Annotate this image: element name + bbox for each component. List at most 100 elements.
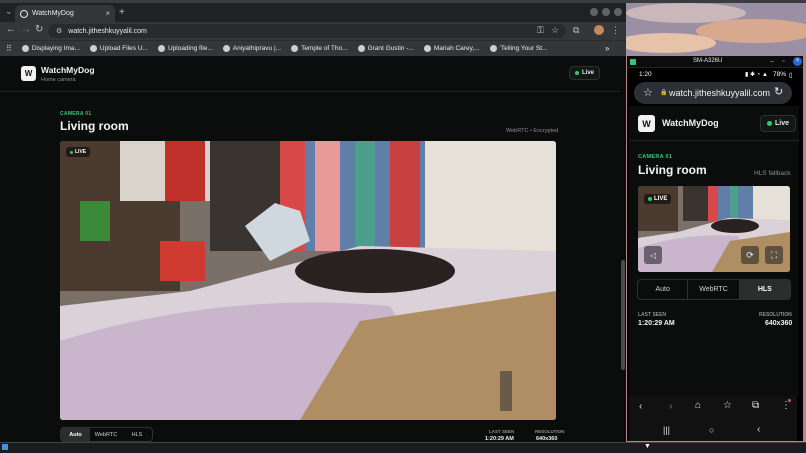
bookmark-item[interactable]: Aniyathipravu |... <box>222 45 282 52</box>
bookmark-favicon-icon <box>89 45 97 52</box>
security-label: Encrypted <box>533 128 559 134</box>
phone-back-icon[interactable]: ‹ <box>639 401 642 412</box>
android-back-icon[interactable]: ‹ <box>757 424 760 435</box>
browser-toolbar: ← → ↻ ⚙ watch.jitheshkuyyalil.com ⚿ ☆ ⧉ … <box>0 22 626 40</box>
forward-icon[interactable]: → <box>21 24 31 35</box>
bookmark-label: Mariah Carey,... <box>433 45 480 52</box>
bookmark-item[interactable]: Grant Gustin -... <box>357 45 414 52</box>
phone-live-dot-icon <box>767 121 772 126</box>
last-seen-label: LAST SEEN <box>489 429 515 434</box>
maximize-button[interactable] <box>602 8 610 16</box>
mode-auto-button[interactable]: Auto <box>61 428 90 441</box>
mode-webrtc-button[interactable]: WebRTC <box>90 428 122 441</box>
apps-icon[interactable]: ⠿ <box>6 44 12 53</box>
mode-hls-button[interactable]: HLS <box>122 428 152 441</box>
reload-icon[interactable]: ↻ <box>35 24 43 35</box>
bookmark-label: Temple of Tho... <box>301 45 348 52</box>
phone-last-seen-value: 1:20:29 AM <box>638 320 675 327</box>
phone-tabs-icon[interactable]: ⧉ <box>752 400 759 411</box>
phone-header-divider <box>629 140 799 141</box>
phone-mode-auto-button[interactable]: Auto <box>638 280 689 299</box>
fullscreen-icon[interactable]: ⛶ <box>765 246 783 264</box>
phone-home-icon[interactable]: ⌂ <box>695 400 701 411</box>
phone-video-live-badge: LIVE <box>644 194 672 204</box>
phone-maximize-button[interactable]: ▫ <box>782 58 784 65</box>
bookmark-item[interactable]: Mariah Carey,... <box>423 45 480 52</box>
video-frame <box>60 141 556 420</box>
mute-icon[interactable]: ◁ <box>644 246 662 264</box>
recent-apps-icon[interactable]: ||| <box>663 425 670 435</box>
tab-strip: ⌄ WatchMyDog × + <box>0 3 626 22</box>
key-icon[interactable]: ⚿ <box>537 25 544 36</box>
bookmark-favicon-icon <box>357 45 365 52</box>
taskbar-indicator-icon: ▼ <box>644 443 651 450</box>
phone-camera-label: CAMERA 01 <box>638 154 673 160</box>
bookmark-label: 'Telling Your St... <box>499 45 548 52</box>
bookmark-label: Displaying Ima... <box>31 45 80 52</box>
bookmark-favicon-icon <box>489 45 497 52</box>
android-home-icon[interactable]: ○ <box>709 425 714 435</box>
back-icon[interactable]: ← <box>6 24 16 35</box>
phone-time: 1:20 <box>639 71 652 78</box>
wallpaper-sky <box>616 3 806 56</box>
brand-subtitle: Home camera <box>41 77 76 83</box>
mode-selector: Auto WebRTC HLS <box>60 427 153 442</box>
menu-icon[interactable]: ⋮ <box>611 25 620 36</box>
bookmark-item[interactable]: Displaying Ima... <box>21 45 80 52</box>
bookmark-label: Uploading file... <box>167 45 213 52</box>
address-bar[interactable]: ⚙ watch.jitheshkuyyalil.com <box>48 24 566 38</box>
bookmark-label: Aniyathipravu |... <box>232 45 282 52</box>
bookmark-favicon-icon <box>222 45 230 52</box>
switch-camera-icon[interactable]: ⟳ <box>741 246 759 264</box>
phone-forward-icon[interactable]: › <box>669 401 672 412</box>
bookmark-label: Grant Gustin -... <box>367 45 414 52</box>
bookmark-star-icon[interactable]: ☆ <box>551 25 559 36</box>
phone-signal-icon: ▮ ✱ ◔ ▲ <box>745 72 768 78</box>
phone-video-feed[interactable]: LIVE ◁ ⟳ ⛶ <box>638 186 790 272</box>
phone-app-icon <box>630 59 636 65</box>
bookmark-favicon-icon <box>423 45 431 52</box>
close-window-button[interactable] <box>614 8 622 16</box>
tab-watchmydog[interactable]: WatchMyDog × <box>15 5 115 22</box>
new-tab-button[interactable]: + <box>119 7 125 18</box>
scrollbar-thumb[interactable] <box>621 260 625 370</box>
extensions-icon[interactable]: ⧉ <box>573 25 579 36</box>
phone-bookmark-icon[interactable]: ☆ <box>723 400 732 411</box>
phone-last-seen-label: LAST SEEN <box>638 312 667 318</box>
phone-window-titlebar: SM-A326U – ▫ × <box>627 56 803 68</box>
app-logo: W <box>21 66 36 81</box>
minimize-button[interactable] <box>590 8 598 16</box>
phone-app-logo: W <box>638 115 655 132</box>
app-header: W WatchMyDog Home camera Live <box>0 56 620 92</box>
bookmark-item[interactable]: Uploading file... <box>157 45 213 52</box>
transport-label: WebRTC <box>506 128 529 134</box>
phone-window-title: SM-A326U <box>693 58 723 64</box>
bookmark-item[interactable]: Temple of Tho... <box>291 45 348 52</box>
phone-star-icon[interactable]: ☆ <box>643 86 653 99</box>
phone-close-button[interactable]: × <box>793 57 802 66</box>
bookmark-item[interactable]: 'Telling Your St... <box>489 45 548 52</box>
phone-mode-webrtc-button[interactable]: WebRTC <box>688 280 740 299</box>
phone-mode-hls-button[interactable]: HLS <box>739 280 790 299</box>
phone-video-live-label: LIVE <box>654 196 668 202</box>
video-live-label: LIVE <box>75 149 87 155</box>
phone-lock-icon: 🔒 <box>660 90 668 96</box>
notification-dot <box>788 399 791 402</box>
battery-icon: ▯ <box>789 72 793 79</box>
profile-avatar[interactable] <box>594 25 604 35</box>
url-text: watch.jitheshkuyyalil.com <box>68 27 147 35</box>
bookmarks-overflow-button[interactable]: » <box>605 44 609 53</box>
phone-minimize-button[interactable]: – <box>770 58 774 65</box>
site-info-icon[interactable]: ⚙ <box>56 27 62 35</box>
phone-web-page: W WatchMyDog Live CAMERA 01 Living room … <box>629 106 799 396</box>
video-feed[interactable]: LIVE <box>60 141 556 420</box>
tab-search-icon[interactable]: ⌄ <box>5 6 13 17</box>
close-tab-icon[interactable]: × <box>105 9 110 18</box>
phone-address-bar[interactable]: ☆ 🔒 watch.jitheshkuyyalil.com ↻ <box>634 82 792 104</box>
taskbar-start-icon[interactable] <box>2 444 8 450</box>
bookmarks-bar: ⠿ Displaying Ima... Upload Files U... Up… <box>0 40 626 56</box>
stream-meta: WebRTC • Encrypted <box>506 128 558 134</box>
bookmark-item[interactable]: Upload Files U... <box>89 45 148 52</box>
phone-url-text: watch.jitheshkuyyalil.com <box>669 88 771 98</box>
phone-reload-icon[interactable]: ↻ <box>774 85 783 98</box>
